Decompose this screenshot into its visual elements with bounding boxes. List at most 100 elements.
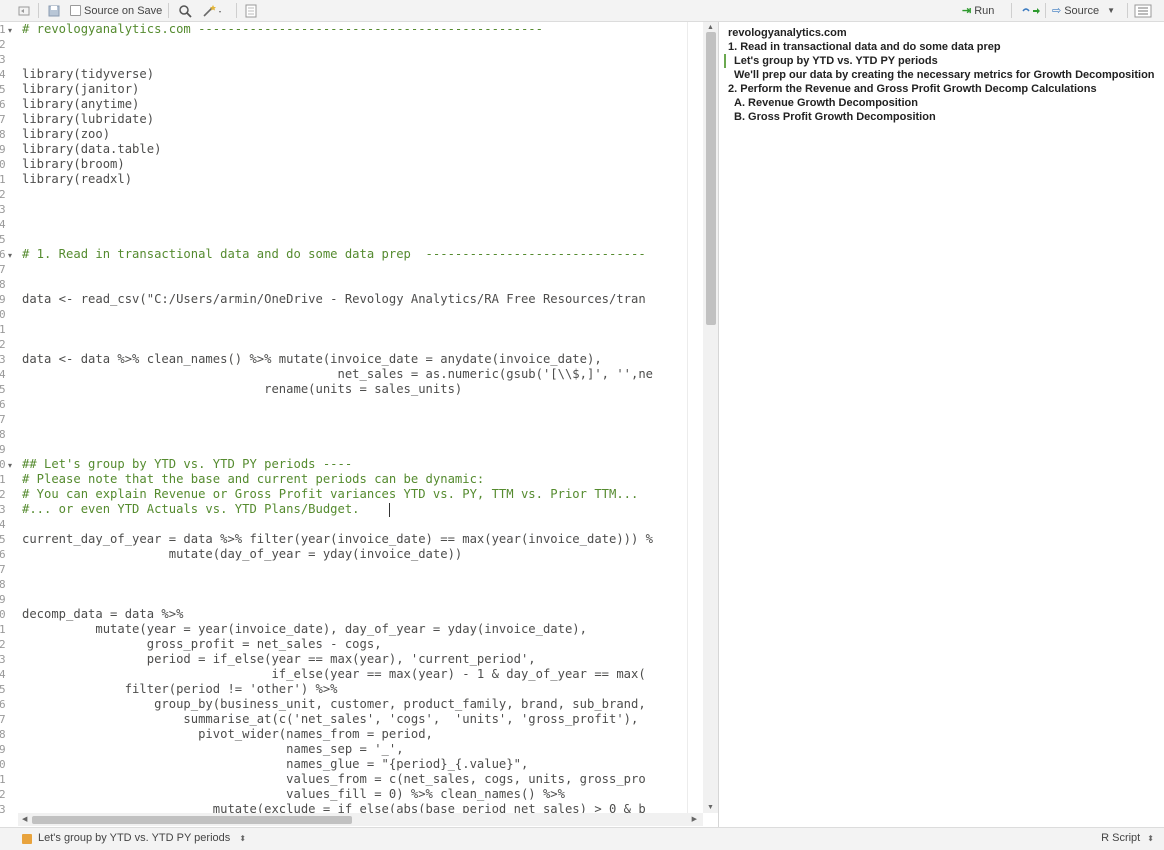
code-line[interactable]: mutate(day_of_year = yday(invoice_date)): [22, 547, 463, 562]
code-line[interactable]: decomp_data = data %>%: [22, 607, 183, 622]
search-icon[interactable]: [178, 2, 192, 19]
code-line[interactable]: net_sales = as.numeric(gsub('[\\$,]', ''…: [22, 367, 654, 382]
line-number: 7: [0, 263, 6, 276]
code-line[interactable]: library(zoo): [22, 127, 110, 142]
code-area[interactable]: # revologyanalytics.com ----------------…: [22, 22, 703, 813]
line-number: 9: [0, 143, 6, 156]
outline-toggle-icon[interactable]: [1134, 2, 1152, 19]
line-number: 6: [0, 548, 6, 561]
line-number: 9: [0, 593, 6, 606]
line-number: 1: [0, 623, 6, 636]
code-comment-line[interactable]: #... or even YTD Actuals vs. YTD Plans/B…: [22, 502, 360, 517]
line-number: 3: [0, 803, 6, 813]
outline-item[interactable]: A. Revenue Growth Decomposition: [734, 96, 918, 110]
outline-item[interactable]: revologyanalytics.com: [728, 26, 847, 40]
scrollbar-thumb[interactable]: [706, 32, 716, 325]
code-line[interactable]: values_fill = 0) %>% clean_names() %>%: [22, 787, 565, 802]
outline-item[interactable]: 1. Read in transactional data and do som…: [728, 40, 1001, 54]
code-line[interactable]: names_sep = '_',: [22, 742, 403, 757]
current-section-selector[interactable]: Let's group by YTD vs. YTD PY periods ⬍: [38, 832, 246, 844]
toolbar-divider: [168, 3, 169, 18]
outline-item[interactable]: Let's group by YTD vs. YTD PY periods: [724, 54, 938, 68]
compile-report-icon[interactable]: [244, 2, 258, 19]
code-comment-line[interactable]: # Please note that the base and current …: [22, 472, 484, 487]
fold-toggle-icon[interactable]: ▾: [8, 248, 18, 263]
line-number: 6: [0, 698, 6, 711]
run-button[interactable]: ⇥ Run: [962, 2, 994, 19]
updown-chevron-icon: ⬍: [1147, 834, 1154, 843]
line-number: 4: [0, 368, 6, 381]
source-on-save-toggle[interactable]: Source on Save: [70, 2, 162, 19]
line-number-gutter: 1 2 3 4 5 6 7 8 9 0 1 2 3 4 5 6 7 8 9 0 1 2 3 4 5 6 7 8 9 0 1 2 3 4 5 6 7 8 9 0…: [0, 22, 8, 813]
code-comment-line[interactable]: # revologyanalytics.com ----------------…: [22, 22, 543, 37]
editor-horizontal-scrollbar[interactable]: ◀ ▶: [18, 813, 703, 826]
code-line[interactable]: library(broom): [22, 157, 125, 172]
code-comment-line[interactable]: ## Let's group by YTD vs. YTD PY periods…: [22, 457, 352, 472]
scroll-up-icon[interactable]: ▲: [707, 24, 714, 31]
rerun-icon[interactable]: [1020, 2, 1042, 19]
code-line[interactable]: data <- read_csv("C:/Users/armin/OneDriv…: [22, 292, 646, 307]
line-number: 8: [0, 728, 6, 741]
line-number: 5: [0, 683, 6, 696]
chevron-down-icon[interactable]: ▼: [1107, 6, 1115, 15]
line-number: 6: [0, 398, 6, 411]
line-number: 8: [0, 278, 6, 291]
code-comment-line[interactable]: # You can explain Revenue or Gross Profi…: [22, 487, 638, 502]
back-icon[interactable]: [17, 2, 31, 19]
code-line[interactable]: pivot_wider(names_from = period,: [22, 727, 433, 742]
updown-chevron-icon: ⬍: [239, 834, 247, 843]
code-line[interactable]: rename(units = sales_units): [22, 382, 462, 397]
outline-item[interactable]: 2. Perform the Revenue and Gross Profit …: [728, 82, 1097, 96]
code-line[interactable]: gross_profit = net_sales - cogs,: [22, 637, 382, 652]
code-line[interactable]: data <- data %>% clean_names() %>% mutat…: [22, 352, 602, 367]
line-number: 0: [0, 758, 6, 771]
code-line[interactable]: period = if_else(year == max(year), 'cur…: [22, 652, 536, 667]
scrollbar-thumb[interactable]: [32, 816, 352, 824]
scroll-right-icon[interactable]: ▶: [692, 815, 697, 823]
code-line[interactable]: mutate(year = year(invoice_date), day_of…: [22, 622, 587, 637]
source-on-save-checkbox[interactable]: [70, 5, 81, 16]
code-line[interactable]: library(data.table): [22, 142, 161, 157]
code-line[interactable]: if_else(year == max(year) - 1 & day_of_y…: [22, 667, 645, 682]
outline-item[interactable]: We'll prep our data by creating the nece…: [734, 68, 1155, 82]
line-number: 2: [0, 638, 6, 651]
save-icon[interactable]: [47, 2, 61, 19]
code-line[interactable]: library(lubridate): [22, 112, 154, 127]
code-line[interactable]: group_by(business_unit, customer, produc…: [22, 697, 646, 712]
file-type-selector[interactable]: R Script ⬍: [1101, 832, 1154, 844]
code-line[interactable]: current_day_of_year = data %>% filter(ye…: [22, 532, 653, 547]
line-number: 1: [0, 773, 6, 786]
fold-toggle-icon[interactable]: ▾: [8, 23, 18, 38]
code-line[interactable]: mutate(exclude = if_else(abs(base_period…: [22, 802, 646, 813]
file-type-label: R Script: [1101, 832, 1141, 844]
code-line[interactable]: library(tidyverse): [22, 67, 154, 82]
editor-vertical-scrollbar[interactable]: ▲ ▼: [703, 22, 718, 813]
line-number: 2: [0, 788, 6, 801]
code-editor[interactable]: 1 2 3 4 5 6 7 8 9 0 1 2 3 4 5 6 7 8 9 0 1 2 3 4 5 6 7 8 9 0 1 2 3 4 5 6 7 8 9 0…: [0, 22, 703, 813]
line-number: 1: [0, 473, 6, 486]
line-number: 4: [0, 68, 6, 81]
print-margin-line: [687, 22, 688, 813]
code-line[interactable]: filter(period != 'other') %>%: [22, 682, 338, 697]
code-line[interactable]: names_glue = "{period}_{.value}",: [22, 757, 528, 772]
line-number: 7: [0, 563, 6, 576]
outline-item[interactable]: B. Gross Profit Growth Decomposition: [734, 110, 936, 124]
code-tools-icon[interactable]: [202, 2, 224, 19]
fold-toggle-icon[interactable]: ▾: [8, 458, 18, 473]
line-number: 0: [0, 158, 6, 171]
line-number: 8: [0, 128, 6, 141]
code-line[interactable]: summarise_at(c('net_sales', 'cogs', 'uni…: [22, 712, 638, 727]
line-number: 3: [0, 53, 6, 66]
code-line[interactable]: library(janitor): [22, 82, 139, 97]
line-number: 1: [0, 23, 6, 36]
scroll-down-icon[interactable]: ▼: [707, 804, 714, 811]
scroll-left-icon[interactable]: ◀: [22, 815, 27, 823]
toolbar-divider: [1045, 3, 1046, 18]
code-line[interactable]: library(readxl): [22, 172, 132, 187]
code-line[interactable]: values_from = c(net_sales, cogs, units, …: [22, 772, 646, 787]
line-number: 0: [0, 458, 6, 471]
code-comment-line[interactable]: # 1. Read in transactional data and do s…: [22, 247, 646, 262]
line-number: 9: [0, 443, 6, 456]
code-line[interactable]: library(anytime): [22, 97, 139, 112]
source-button[interactable]: ⇨ Source ▼: [1052, 2, 1115, 19]
